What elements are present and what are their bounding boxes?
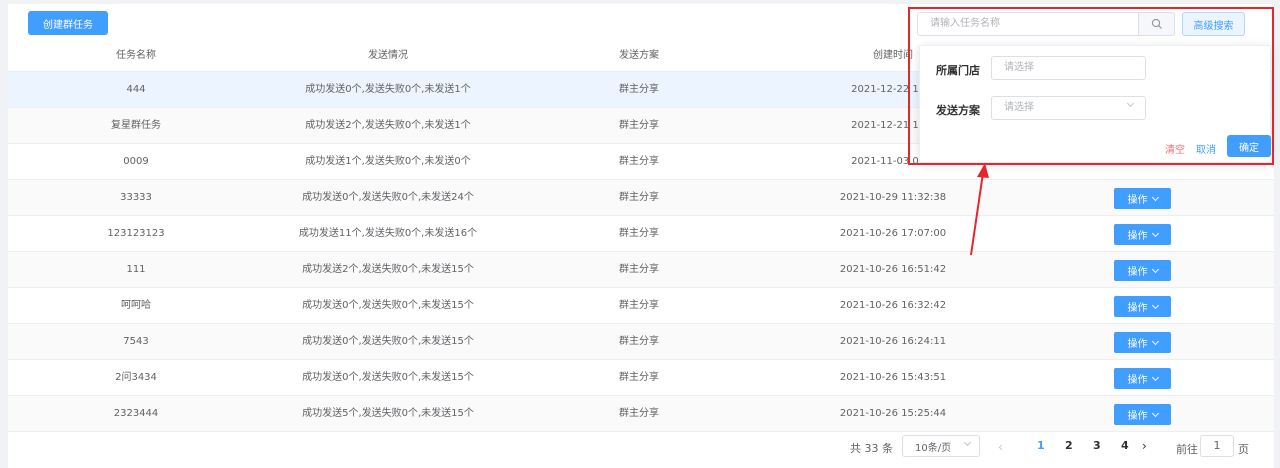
chevron-down-icon xyxy=(963,438,972,447)
row-action-label: 操作 xyxy=(1127,195,1148,206)
table-row[interactable]: 123123123 成功发送11个,发送失败0个,未发送16个 群主分享 2021-1… xyxy=(8,216,1274,252)
table-row[interactable]: 111 成功发送2个,发送失败0个,未发送15个 群主分享 2021-10-26 16… xyxy=(8,252,1274,288)
chevron-down-icon xyxy=(1151,193,1159,201)
page-size-select[interactable]: 10条/页 xyxy=(902,435,980,457)
cell-plan: 群主分享 xyxy=(619,228,659,239)
row-action-button[interactable]: 操作 xyxy=(1114,404,1171,425)
cell-name: 123123123 xyxy=(107,228,165,239)
goto-page-input[interactable]: 1 xyxy=(1200,435,1234,457)
cell-plan: 群主分享 xyxy=(619,264,659,275)
cell-status: 成功发送0个,发送失败0个,未发送24个 xyxy=(302,192,474,203)
row-action-button[interactable]: 操作 xyxy=(1114,260,1171,281)
column-header-plan: 发送方案 xyxy=(619,50,659,61)
column-header-created: 创建时间 xyxy=(873,50,913,61)
page-number-1[interactable]: 1 xyxy=(1037,439,1045,452)
chevron-down-icon xyxy=(1151,301,1159,309)
page-number-3[interactable]: 3 xyxy=(1093,439,1101,452)
row-action-button[interactable]: 操作 xyxy=(1114,188,1171,209)
cell-name: 7543 xyxy=(123,336,149,347)
cell-name: 33333 xyxy=(120,192,152,203)
cell-name: 2问3434 xyxy=(115,372,157,383)
goto-unit-label: 页 xyxy=(1238,443,1249,456)
cell-created: 2021-10-26 17:07:00 xyxy=(839,228,947,239)
column-header-name: 任务名称 xyxy=(116,50,156,61)
table-row[interactable]: 7543 成功发送0个,发送失败0个,未发送15个 群主分享 2021-10-26 1… xyxy=(8,324,1274,360)
row-action-label: 操作 xyxy=(1127,411,1148,422)
cell-name: 111 xyxy=(126,264,146,275)
chevron-down-icon xyxy=(1151,409,1159,417)
pagination-total: 共 33 条 xyxy=(850,442,893,455)
cell-created: 2021-10-29 11:32:38 xyxy=(839,192,947,203)
cell-status: 成功发送5个,发送失败0个,未发送15个 xyxy=(302,408,474,419)
cell-status: 成功发送0个,发送失败0个,未发送15个 xyxy=(302,300,474,311)
cell-plan: 群主分享 xyxy=(619,300,659,311)
cell-status: 成功发送0个,发送失败0个,未发送1个 xyxy=(305,84,471,95)
chevron-down-icon xyxy=(1151,373,1159,381)
cell-plan: 群主分享 xyxy=(619,408,659,419)
table-row[interactable]: 33333 成功发送0个,发送失败0个,未发送24个 群主分享 2021-10-29 … xyxy=(8,180,1274,216)
cell-plan: 群主分享 xyxy=(619,120,659,131)
cell-created: 2021-10-26 16:32:42 xyxy=(839,300,947,311)
cell-status: 成功发送11个,发送失败0个,未发送16个 xyxy=(298,228,478,239)
cell-name: 复星群任务 xyxy=(111,120,161,131)
row-action-button[interactable]: 操作 xyxy=(1114,368,1171,389)
cell-name: 444 xyxy=(126,84,146,95)
table-row[interactable]: 2问3434 成功发送0个,发送失败0个,未发送15个 群主分享 2021-10-26… xyxy=(8,360,1274,396)
cell-created: 2021-10-26 15:43:51 xyxy=(839,372,947,383)
chevron-down-icon xyxy=(1151,265,1159,273)
row-action-button[interactable]: 操作 xyxy=(1114,332,1171,353)
next-page-icon[interactable]: › xyxy=(1142,439,1147,453)
page-number-4[interactable]: 4 xyxy=(1121,439,1129,452)
chevron-down-icon xyxy=(1151,229,1159,237)
row-action-button[interactable]: 操作 xyxy=(1114,296,1171,317)
cell-plan: 群主分享 xyxy=(619,156,659,167)
table-row[interactable]: 呵呵哈 成功发送0个,发送失败0个,未发送15个 群主分享 2021-10-26 16… xyxy=(8,288,1274,324)
row-action-label: 操作 xyxy=(1127,267,1148,278)
cell-status: 成功发送1个,发送失败0个,未发送0个 xyxy=(305,156,471,167)
row-action-label: 操作 xyxy=(1127,375,1148,386)
create-group-task-button[interactable]: 创建群任务 xyxy=(28,11,108,35)
annotation-highlight-box xyxy=(908,7,1274,165)
cell-created: 2021-10-26 16:51:42 xyxy=(839,264,947,275)
cell-plan: 群主分享 xyxy=(619,192,659,203)
cell-plan: 群主分享 xyxy=(619,84,659,95)
cell-name: 2323444 xyxy=(113,408,159,419)
cell-status: 成功发送2个,发送失败0个,未发送15个 xyxy=(302,264,474,275)
pagination: 共 33 条 10条/页 ‹ 1 2 3 4 › 前往 1 页 xyxy=(8,432,1274,462)
row-action-label: 操作 xyxy=(1127,339,1148,350)
column-header-status: 发送情况 xyxy=(368,50,408,61)
cell-status: 成功发送0个,发送失败0个,未发送15个 xyxy=(302,336,474,347)
prev-page-icon[interactable]: ‹ xyxy=(998,440,1003,454)
cell-status: 成功发送0个,发送失败0个,未发送15个 xyxy=(302,372,474,383)
page-number-2[interactable]: 2 xyxy=(1065,439,1073,452)
cell-name: 呵呵哈 xyxy=(121,300,151,311)
row-action-label: 操作 xyxy=(1127,303,1148,314)
cell-created: 2021-10-26 16:24:11 xyxy=(839,336,947,347)
annotation-arrow-icon xyxy=(970,163,989,256)
cell-status: 成功发送2个,发送失败0个,未发送1个 xyxy=(305,120,471,131)
row-action-label: 操作 xyxy=(1127,231,1148,242)
chevron-down-icon xyxy=(1151,337,1159,345)
table-row[interactable]: 2323444 成功发送5个,发送失败0个,未发送15个 群主分享 2021-10-2… xyxy=(8,396,1274,432)
cell-name: 0009 xyxy=(123,156,149,167)
cell-plan: 群主分享 xyxy=(619,336,659,347)
cell-created: 2021-10-26 15:25:44 xyxy=(839,408,947,419)
cell-plan: 群主分享 xyxy=(619,372,659,383)
row-action-button[interactable]: 操作 xyxy=(1114,224,1171,245)
page-size-value: 10条/页 xyxy=(915,442,952,454)
goto-label: 前往 xyxy=(1176,443,1198,456)
